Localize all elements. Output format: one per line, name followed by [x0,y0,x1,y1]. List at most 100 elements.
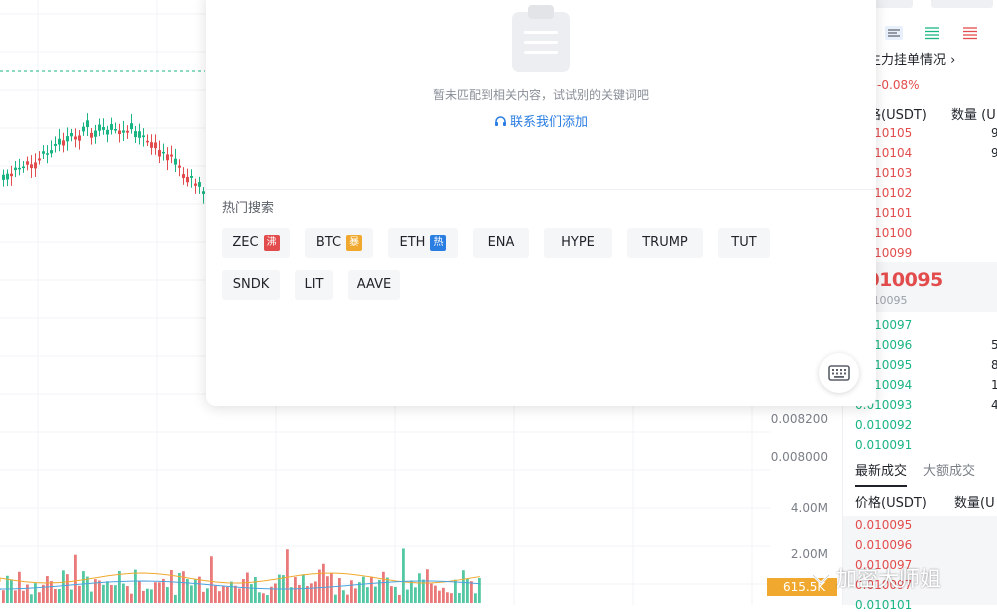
contact-us-link[interactable]: 联系我们添加 [206,111,876,130]
volume-bar [50,581,53,603]
volume-bar [162,578,165,603]
candle-body [98,124,101,131]
chip-label: ZEC [232,235,259,250]
volume-bar [18,571,21,603]
volume-bar [262,593,265,603]
volume-bar [310,583,313,603]
orderbook-row[interactable]: 0.010097 [855,315,997,335]
candle-body [2,174,5,180]
volume-bar [442,587,445,603]
candle-body [90,132,93,138]
orderbook-row[interactable]: 0.010100 [855,223,997,243]
volume-bar [314,581,317,603]
volume-bar [370,576,373,603]
chip-label: LIT [304,277,324,292]
volume-bar [458,592,461,603]
trade-row: 0.010101 [855,598,913,612]
volume-bar [218,591,221,603]
orderbook-row[interactable]: 0.010095 8 [855,355,997,375]
volume-bar [398,594,401,603]
volume-bar [142,590,145,603]
hot-search-chip[interactable]: AAVE [348,270,400,300]
tab-latest-trades[interactable]: 最新成交 [855,460,908,487]
volume-bar [342,590,345,603]
candle-body [78,135,81,141]
volume-bar [226,586,229,603]
hot-search-chip[interactable]: TRUMP [627,228,703,258]
volume-bar [158,582,161,603]
candle-body [194,183,197,186]
candle-body [34,162,37,169]
orderbook-row[interactable]: 0.010091 [855,435,997,455]
volume-bar [250,584,253,603]
candle-body [102,127,105,130]
volume-bar [110,585,113,603]
candle-body [10,173,13,177]
volume-bar [258,592,261,603]
candle-body [186,176,189,183]
candle-body [22,166,25,169]
orderbook-bids-icon[interactable] [923,26,941,40]
hot-search-chip[interactable]: ZEC 沸 [222,228,290,258]
orderbook-both-icon[interactable] [885,26,903,40]
hot-search-chip[interactable]: LIT [295,270,333,300]
volume-bar [102,584,105,603]
volume-bar [206,588,209,603]
divider [206,189,876,190]
volume-bar [290,587,293,603]
candle-body [42,151,45,154]
hot-search-chip[interactable]: HYPE [544,228,612,258]
volume-bar [10,579,13,603]
orderbook-row[interactable]: 0.010101 [855,203,997,223]
volume-bar [62,570,65,603]
row-qty: 9 [991,146,997,160]
orderbook-row[interactable]: 0.010099 [855,243,997,263]
orderbook-asks-icon[interactable] [961,26,979,40]
orderbook-row[interactable]: 0.010094 1 [855,375,997,395]
hot-search-chip[interactable]: ENA [473,228,529,258]
candle-body [54,143,57,146]
trade-tabs: 最新成交 大额成交 [855,460,991,487]
contact-label: 联系我们添加 [509,115,588,130]
candle-body [190,175,193,178]
volume-bar [334,594,337,603]
watermark: 加密大师姐 [810,563,941,593]
candle-body [130,123,133,130]
orderbook-row[interactable]: 0.010103 [855,163,997,183]
chip-label: BTC [315,235,342,250]
volume-bar [322,563,325,603]
candle-body [162,151,165,154]
volume-bar [202,591,205,603]
keyboard-button[interactable] [819,353,859,393]
hot-search-chip[interactable]: TUT [718,228,770,258]
orderbook-row[interactable]: 0.010105 9 [855,123,997,143]
orderbook-row[interactable]: 0.010104 9 [855,143,997,163]
candle-body [82,126,85,132]
orderbook-row[interactable]: 0.010093 4 [855,395,997,415]
top-tab[interactable] [931,0,993,8]
candle-body [182,174,185,179]
volume-bar [146,588,149,603]
volume-bar [470,581,473,603]
volume-bar [474,593,477,603]
hot-search-chip[interactable]: SNDK [222,270,280,300]
volume-bar [38,592,41,603]
tab-large-trades[interactable]: 大额成交 [923,460,975,485]
volume-bar [238,588,241,603]
volume-bar [46,576,49,603]
col-qty: 数量(U [954,496,995,511]
volume-bar [30,594,33,603]
candle-body [50,150,53,154]
trade-row: 0.010095 [855,518,913,532]
orderbook-row[interactable]: 0.010102 [855,183,997,203]
hot-search-chip[interactable]: BTC 暴 [305,228,373,258]
candle-body [150,142,153,148]
volume-bar [26,584,29,603]
orderbook-row[interactable]: 0.010096 5 [855,335,997,355]
hot-search-chip[interactable]: ETH 热 [388,228,458,258]
volume-bar [166,587,169,603]
volume-bar [254,576,257,603]
axis-label: 4.00M [790,501,828,515]
volume-bar [54,588,57,603]
orderbook-row[interactable]: 0.010092 [855,415,997,435]
